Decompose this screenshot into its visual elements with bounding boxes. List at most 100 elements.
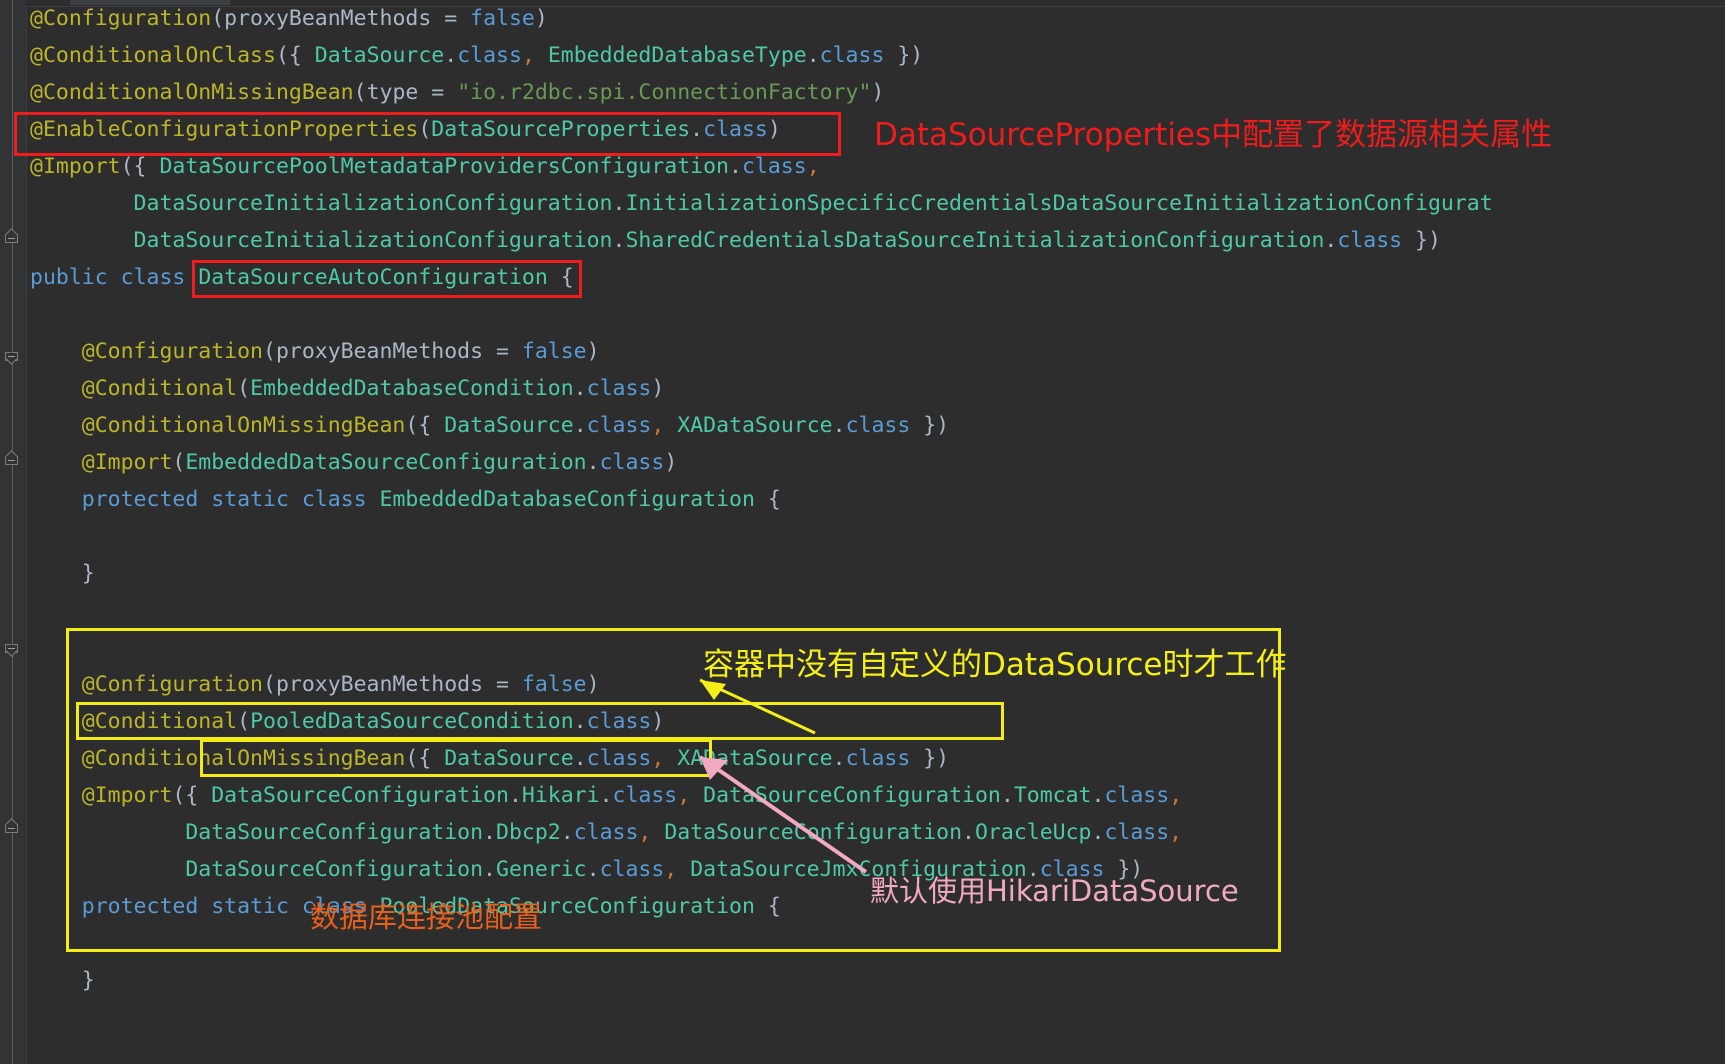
code-token: ({ xyxy=(172,783,212,808)
code-token: @ConditionalOnMissingBean xyxy=(30,746,406,771)
code-token: , xyxy=(651,413,678,438)
code-token: class xyxy=(1104,783,1170,808)
code-token: @Configuration xyxy=(30,339,263,364)
code-token: { xyxy=(754,487,781,512)
code-line[interactable] xyxy=(26,296,1725,333)
fold-marker-icon[interactable] xyxy=(5,450,20,467)
code-token: DataSourceConfiguration xyxy=(30,857,484,882)
code-token: class xyxy=(819,43,885,68)
code-token: , xyxy=(1169,820,1183,845)
code-token: DataSourceInitializationConfiguration xyxy=(30,191,613,216)
code-token: = xyxy=(483,339,522,364)
code-line[interactable]: } xyxy=(26,962,1725,999)
code-editor[interactable]: @Configuration(proxyBeanMethods = false)… xyxy=(0,0,1725,1064)
code-token: . xyxy=(586,450,600,475)
code-token: @Import xyxy=(30,450,173,475)
code-token: proxyBeanMethods xyxy=(275,672,484,697)
code-token: class xyxy=(120,265,186,290)
code-token: . xyxy=(1091,820,1105,845)
code-token: DataSourceAutoConfiguration xyxy=(198,265,548,290)
code-token: . xyxy=(832,746,846,771)
code-token: . xyxy=(599,783,613,808)
code-line[interactable] xyxy=(26,592,1725,629)
code-line[interactable]: DataSourceConfiguration.Dbcp2.class, Dat… xyxy=(26,814,1725,851)
code-token: class xyxy=(586,376,652,401)
code-line[interactable]: DataSourceInitializationConfiguration.Sh… xyxy=(26,222,1725,259)
code-token: @EnableConfigurationProperties xyxy=(30,117,419,142)
code-token: , xyxy=(664,857,691,882)
code-token: { xyxy=(547,265,574,290)
code-token: PooledDataSourceCondition xyxy=(250,709,574,734)
code-token: ( xyxy=(263,672,276,697)
code-token: ) xyxy=(534,6,548,31)
code-token: . xyxy=(483,857,496,882)
code-token: class xyxy=(599,857,665,882)
code-line[interactable] xyxy=(26,925,1725,962)
code-line[interactable]: @ConditionalOnClass({ DataSource.class, … xyxy=(26,37,1725,74)
code-token: , xyxy=(677,783,704,808)
code-token: class xyxy=(1104,820,1170,845)
code-token: class xyxy=(573,820,639,845)
fold-marker-icon[interactable] xyxy=(5,228,20,245)
code-token: ) xyxy=(586,672,600,697)
code-line[interactable]: @Conditional(EmbeddedDatabaseCondition.c… xyxy=(26,370,1725,407)
editor-gutter[interactable] xyxy=(0,0,27,1064)
code-token: . xyxy=(586,857,600,882)
code-token: ( xyxy=(418,117,432,142)
code-line[interactable]: @ConditionalOnMissingBean(type = "io.r2d… xyxy=(26,74,1725,111)
code-line[interactable]: protected static class EmbeddedDatabaseC… xyxy=(26,481,1725,518)
code-line[interactable] xyxy=(26,518,1725,555)
code-token: @Configuration xyxy=(30,672,263,697)
code-token: ( xyxy=(211,6,225,31)
fold-marker-icon[interactable] xyxy=(5,348,20,365)
code-token: @ConditionalOnMissingBean xyxy=(30,413,406,438)
code-line[interactable]: @ConditionalOnMissingBean({ DataSource.c… xyxy=(26,407,1725,444)
code-line[interactable]: @Import({ DataSourcePoolMetadataProvider… xyxy=(26,148,1725,185)
code-token: { xyxy=(754,894,781,919)
code-token: class xyxy=(1337,228,1403,253)
code-line[interactable]: @Import(EmbeddedDataSourceConfiguration.… xyxy=(26,444,1725,481)
code-line[interactable]: @ConditionalOnMissingBean({ DataSource.c… xyxy=(26,740,1725,777)
code-token: EmbeddedDatabaseCondition xyxy=(250,376,574,401)
code-token: ( xyxy=(353,80,367,105)
code-line[interactable]: @Import({ DataSourceConfiguration.Hikari… xyxy=(26,777,1725,814)
code-token: public xyxy=(30,265,108,290)
code-token: } xyxy=(30,561,95,586)
code-line[interactable]: @Conditional(PooledDataSourceCondition.c… xyxy=(26,703,1725,740)
code-token: XADataSource xyxy=(677,413,833,438)
code-token: DataSourceConfiguration xyxy=(664,820,963,845)
fold-guide-line xyxy=(12,0,13,1064)
code-token: . xyxy=(560,820,574,845)
code-token: @Conditional xyxy=(30,376,238,401)
code-token: @Configuration xyxy=(30,6,212,31)
code-token: . xyxy=(1324,228,1338,253)
fold-marker-icon[interactable] xyxy=(5,640,20,657)
code-token: DataSourceConfiguration xyxy=(211,783,509,808)
code-line[interactable]: } xyxy=(26,555,1725,592)
code-token: @Import xyxy=(30,783,173,808)
code-token: XADataSource xyxy=(677,746,833,771)
code-token: ( xyxy=(172,450,186,475)
code-token: class xyxy=(703,117,768,142)
code-token: = xyxy=(431,6,471,31)
code-line[interactable]: public class DataSourceAutoConfiguration… xyxy=(26,259,1725,296)
code-token: InitializationSpecificCredentialsDataSou… xyxy=(625,191,1493,216)
code-token: DataSourceConfiguration xyxy=(703,783,1001,808)
code-line[interactable]: @Configuration(proxyBeanMethods = false) xyxy=(26,0,1725,37)
fold-marker-icon[interactable] xyxy=(5,818,20,835)
code-token: @ConditionalOnMissingBean xyxy=(30,80,354,105)
code-line[interactable]: @Configuration(proxyBeanMethods = false) xyxy=(26,333,1725,370)
code-line[interactable]: DataSourceInitializationConfiguration.In… xyxy=(26,185,1725,222)
code-token: "io.r2dbc.spi.ConnectionFactory" xyxy=(457,80,872,105)
code-token: class xyxy=(586,709,652,734)
code-token: DataSource xyxy=(444,746,574,771)
code-token: class xyxy=(586,746,652,771)
code-token: . xyxy=(612,228,626,253)
code-token: . xyxy=(806,43,820,68)
code-token: }) xyxy=(910,746,950,771)
code-token: . xyxy=(573,746,587,771)
code-token: . xyxy=(483,820,496,845)
code-token: OracleUcp xyxy=(974,820,1092,845)
